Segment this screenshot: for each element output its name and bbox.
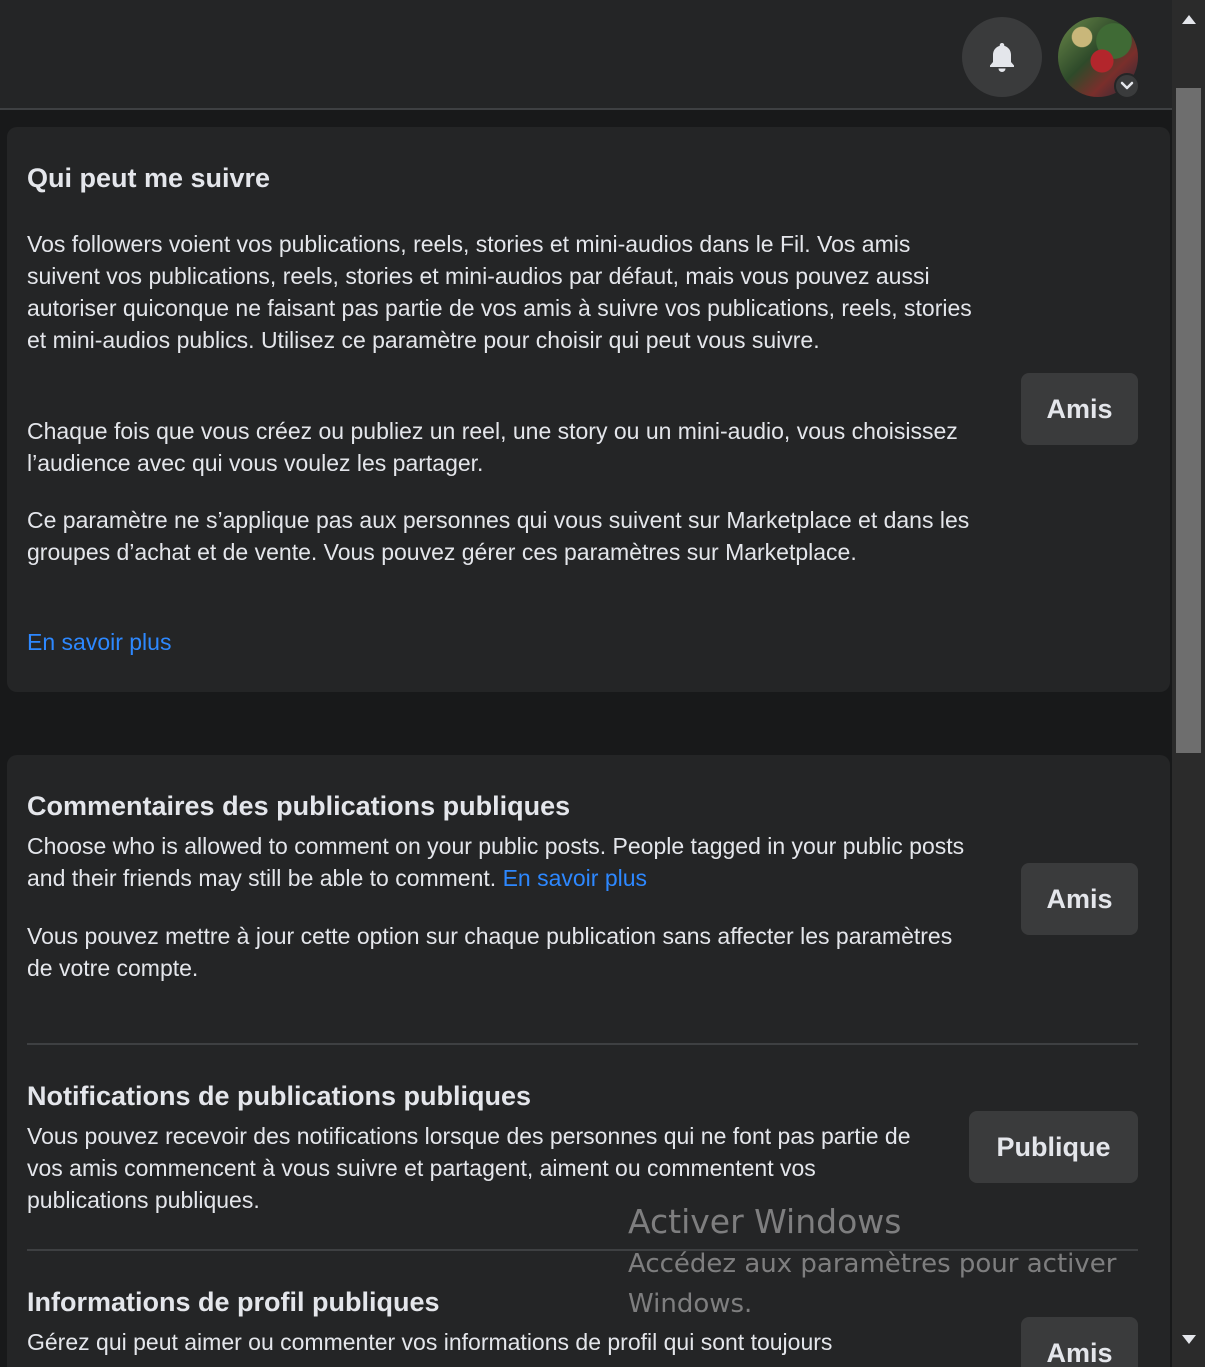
- section-title: Notifications de publications publiques: [27, 1081, 532, 1111]
- section-paragraph: Vos followers voient vos publications, r…: [27, 231, 972, 353]
- learn-more-link[interactable]: En savoir plus: [503, 865, 647, 891]
- scrollbar-thumb[interactable]: [1176, 88, 1201, 753]
- account-menu-badge[interactable]: [1114, 73, 1140, 99]
- who-can-follow-audience-button[interactable]: Amis: [1021, 373, 1138, 445]
- bell-icon: [990, 43, 1014, 72]
- section-paragraph: Chaque fois que vous créez ou publiez un…: [27, 418, 958, 476]
- section-paragraph: Ce paramètre ne s’applique pas aux perso…: [27, 507, 970, 565]
- scroll-up-arrow[interactable]: [1172, 4, 1205, 34]
- notifications-button[interactable]: [962, 17, 1042, 97]
- top-bar: [0, 0, 1172, 110]
- chevron-down-icon: [1120, 81, 1134, 90]
- divider: [27, 1043, 1138, 1045]
- account-button[interactable]: [1058, 17, 1140, 99]
- section-title: Commentaires des publications publiques: [27, 791, 571, 821]
- scrollbar[interactable]: [1172, 0, 1205, 1367]
- learn-more-link[interactable]: En savoir plus: [27, 626, 171, 658]
- section-description: Vous pouvez recevoir des notifications l…: [27, 1123, 911, 1213]
- arrow-up-icon: [1181, 14, 1196, 24]
- section-description: Choose who is allowed to comment on your…: [27, 833, 965, 891]
- who-can-follow-card: Qui peut me suivre Vos followers voient …: [7, 127, 1170, 692]
- scroll-down-arrow[interactable]: [1172, 1324, 1205, 1354]
- public-notifications-audience-button[interactable]: Publique: [969, 1111, 1138, 1183]
- arrow-down-icon: [1181, 1334, 1196, 1344]
- section-description: Gérez qui peut aimer ou commenter vos in…: [27, 1329, 833, 1355]
- public-posts-card: Commentaires des publications publiques …: [7, 755, 1170, 1367]
- divider: [27, 1249, 1138, 1251]
- section-note: Vous pouvez mettre à jour cette option s…: [27, 923, 953, 981]
- section-title: Qui peut me suivre: [27, 163, 271, 193]
- public-comments-audience-button[interactable]: Amis: [1021, 863, 1138, 935]
- section-title: Informations de profil publiques: [27, 1287, 440, 1317]
- public-profile-info-audience-button[interactable]: Amis: [1021, 1317, 1138, 1367]
